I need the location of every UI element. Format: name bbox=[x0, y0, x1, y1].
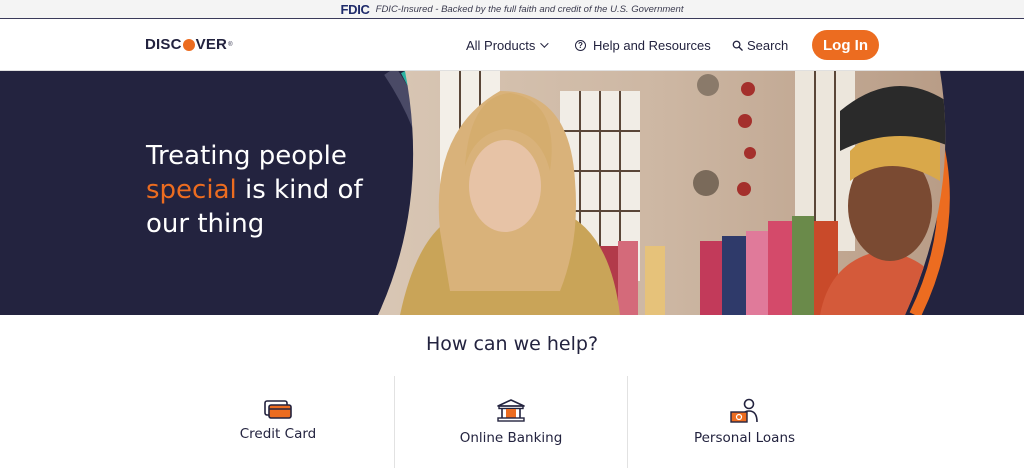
logo-text-start: DISC bbox=[145, 36, 182, 53]
nav-products-label: All Products bbox=[466, 37, 536, 53]
help-section-title: How can we help? bbox=[425, 333, 599, 355]
tile-credit-card-label: Credit Card bbox=[239, 426, 317, 442]
chevron-down-icon bbox=[540, 39, 550, 48]
product-tiles: Credit Card Online Banking Personal Loan… bbox=[162, 376, 862, 468]
hero-headline-line2: special is kind of bbox=[146, 173, 406, 207]
logo-orange-dot bbox=[182, 38, 195, 51]
logo-text-end: VER bbox=[195, 36, 228, 53]
hero-headline-line2-rest: is kind of bbox=[236, 175, 363, 205]
tile-personal-loans[interactable]: Personal Loans bbox=[628, 376, 861, 468]
fdic-disclaimer: FDIC-Insured - Backed by the full faith … bbox=[375, 3, 684, 15]
hero-headline: Treating people special is kind of our t… bbox=[146, 139, 406, 241]
tile-personal-loans-label: Personal Loans bbox=[693, 430, 796, 446]
tile-online-banking[interactable]: Online Banking bbox=[395, 376, 628, 468]
discover-logo[interactable]: DISC VER ® bbox=[145, 36, 233, 53]
tile-online-banking-label: Online Banking bbox=[459, 430, 563, 446]
credit-card-icon bbox=[264, 400, 292, 419]
search-icon bbox=[732, 40, 743, 51]
login-button[interactable]: Log In bbox=[812, 30, 879, 60]
hero-headline-line1: Treating people bbox=[146, 141, 347, 171]
nav-help-resources[interactable]: ? Help and Resources bbox=[575, 19, 711, 71]
help-icon: ? bbox=[575, 39, 586, 51]
nav-search-label: Search bbox=[747, 37, 789, 53]
personal-loan-icon bbox=[729, 398, 758, 423]
fdic-banner: FDIC FDIC-Insured - Backed by the full f… bbox=[0, 0, 1024, 19]
tile-credit-card[interactable]: Credit Card bbox=[162, 376, 395, 468]
bank-icon bbox=[497, 399, 525, 422]
site-header: DISC VER ® All Products ? Help and Resourc… bbox=[0, 19, 1024, 71]
hero-headline-line3: our thing bbox=[146, 209, 265, 239]
nav-search[interactable]: Search bbox=[732, 19, 788, 71]
nav-all-products[interactable]: All Products bbox=[466, 19, 550, 71]
registered-mark: ® bbox=[228, 41, 233, 48]
nav-help-label: Help and Resources bbox=[593, 37, 711, 53]
fdic-logo: FDIC bbox=[340, 1, 370, 17]
hero-banner: Treating people special is kind of our t… bbox=[0, 71, 1024, 315]
hero-headline-accent: special bbox=[146, 175, 237, 205]
